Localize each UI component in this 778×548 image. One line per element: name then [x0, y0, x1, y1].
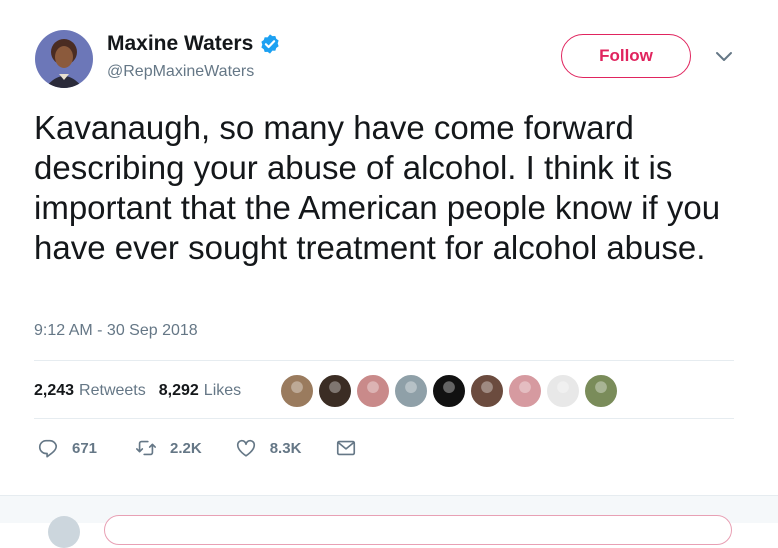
author-name[interactable]: Maxine Waters: [107, 32, 253, 56]
liker-avatar-3[interactable]: [356, 374, 390, 408]
liker-avatar-4[interactable]: [394, 374, 428, 408]
like-count: 8.3K: [269, 439, 302, 457]
engagement-stats: 2,243 Retweets 8,292 Likes: [34, 376, 241, 406]
liker-avatar-1[interactable]: [280, 374, 314, 408]
reply-icon: [38, 439, 58, 458]
liker-avatar-6[interactable]: [470, 374, 504, 408]
likes-count: 8,292: [158, 382, 199, 399]
liker-avatar-2[interactable]: [318, 374, 352, 408]
verified-badge-icon: [261, 34, 279, 54]
current-user-avatar: [48, 516, 80, 548]
retweet-icon: [136, 440, 157, 456]
divider: [34, 418, 734, 419]
liker-avatar-9[interactable]: [584, 374, 618, 408]
like-action[interactable]: 8.3K: [235, 437, 302, 459]
liker-avatar-8[interactable]: [546, 374, 580, 408]
direct-message-action[interactable]: [335, 437, 357, 459]
tweet-timestamp[interactable]: 9:12 AM - 30 Sep 2018: [34, 322, 198, 340]
tweet-actions: 671 2.2K 8.3K: [37, 434, 357, 462]
likes-label: Likes: [203, 382, 242, 399]
author-name-row[interactable]: Maxine Waters: [107, 32, 281, 56]
heart-icon: [236, 439, 255, 457]
retweets-label: Retweets: [79, 382, 146, 399]
reply-input[interactable]: [104, 515, 732, 545]
author-handle[interactable]: @RepMaxineWaters: [107, 63, 254, 81]
tweet-text: Kavanaugh, so many have come forward des…: [34, 109, 721, 266]
retweets-count: 2,243: [34, 382, 75, 399]
divider: [34, 360, 734, 361]
retweet-count: 2.2K: [170, 439, 202, 457]
reply-action[interactable]: 671: [37, 437, 97, 459]
likes-stat[interactable]: 8,292 Likes: [159, 382, 241, 400]
follow-button[interactable]: Follow: [561, 34, 691, 78]
envelope-icon: [337, 440, 356, 456]
author-avatar[interactable]: [35, 30, 93, 88]
tweet-card: Maxine Waters @RepMaxineWaters Follow Ka…: [0, 0, 778, 495]
retweets-stat[interactable]: 2,243 Retweets: [34, 382, 146, 400]
chevron-down-icon[interactable]: [714, 50, 734, 64]
retweet-action[interactable]: 2.2K: [135, 437, 202, 459]
liker-avatar-7[interactable]: [508, 374, 542, 408]
liker-avatars: [280, 374, 622, 408]
reply-count: 671: [72, 439, 98, 457]
liker-avatar-5[interactable]: [432, 374, 466, 408]
